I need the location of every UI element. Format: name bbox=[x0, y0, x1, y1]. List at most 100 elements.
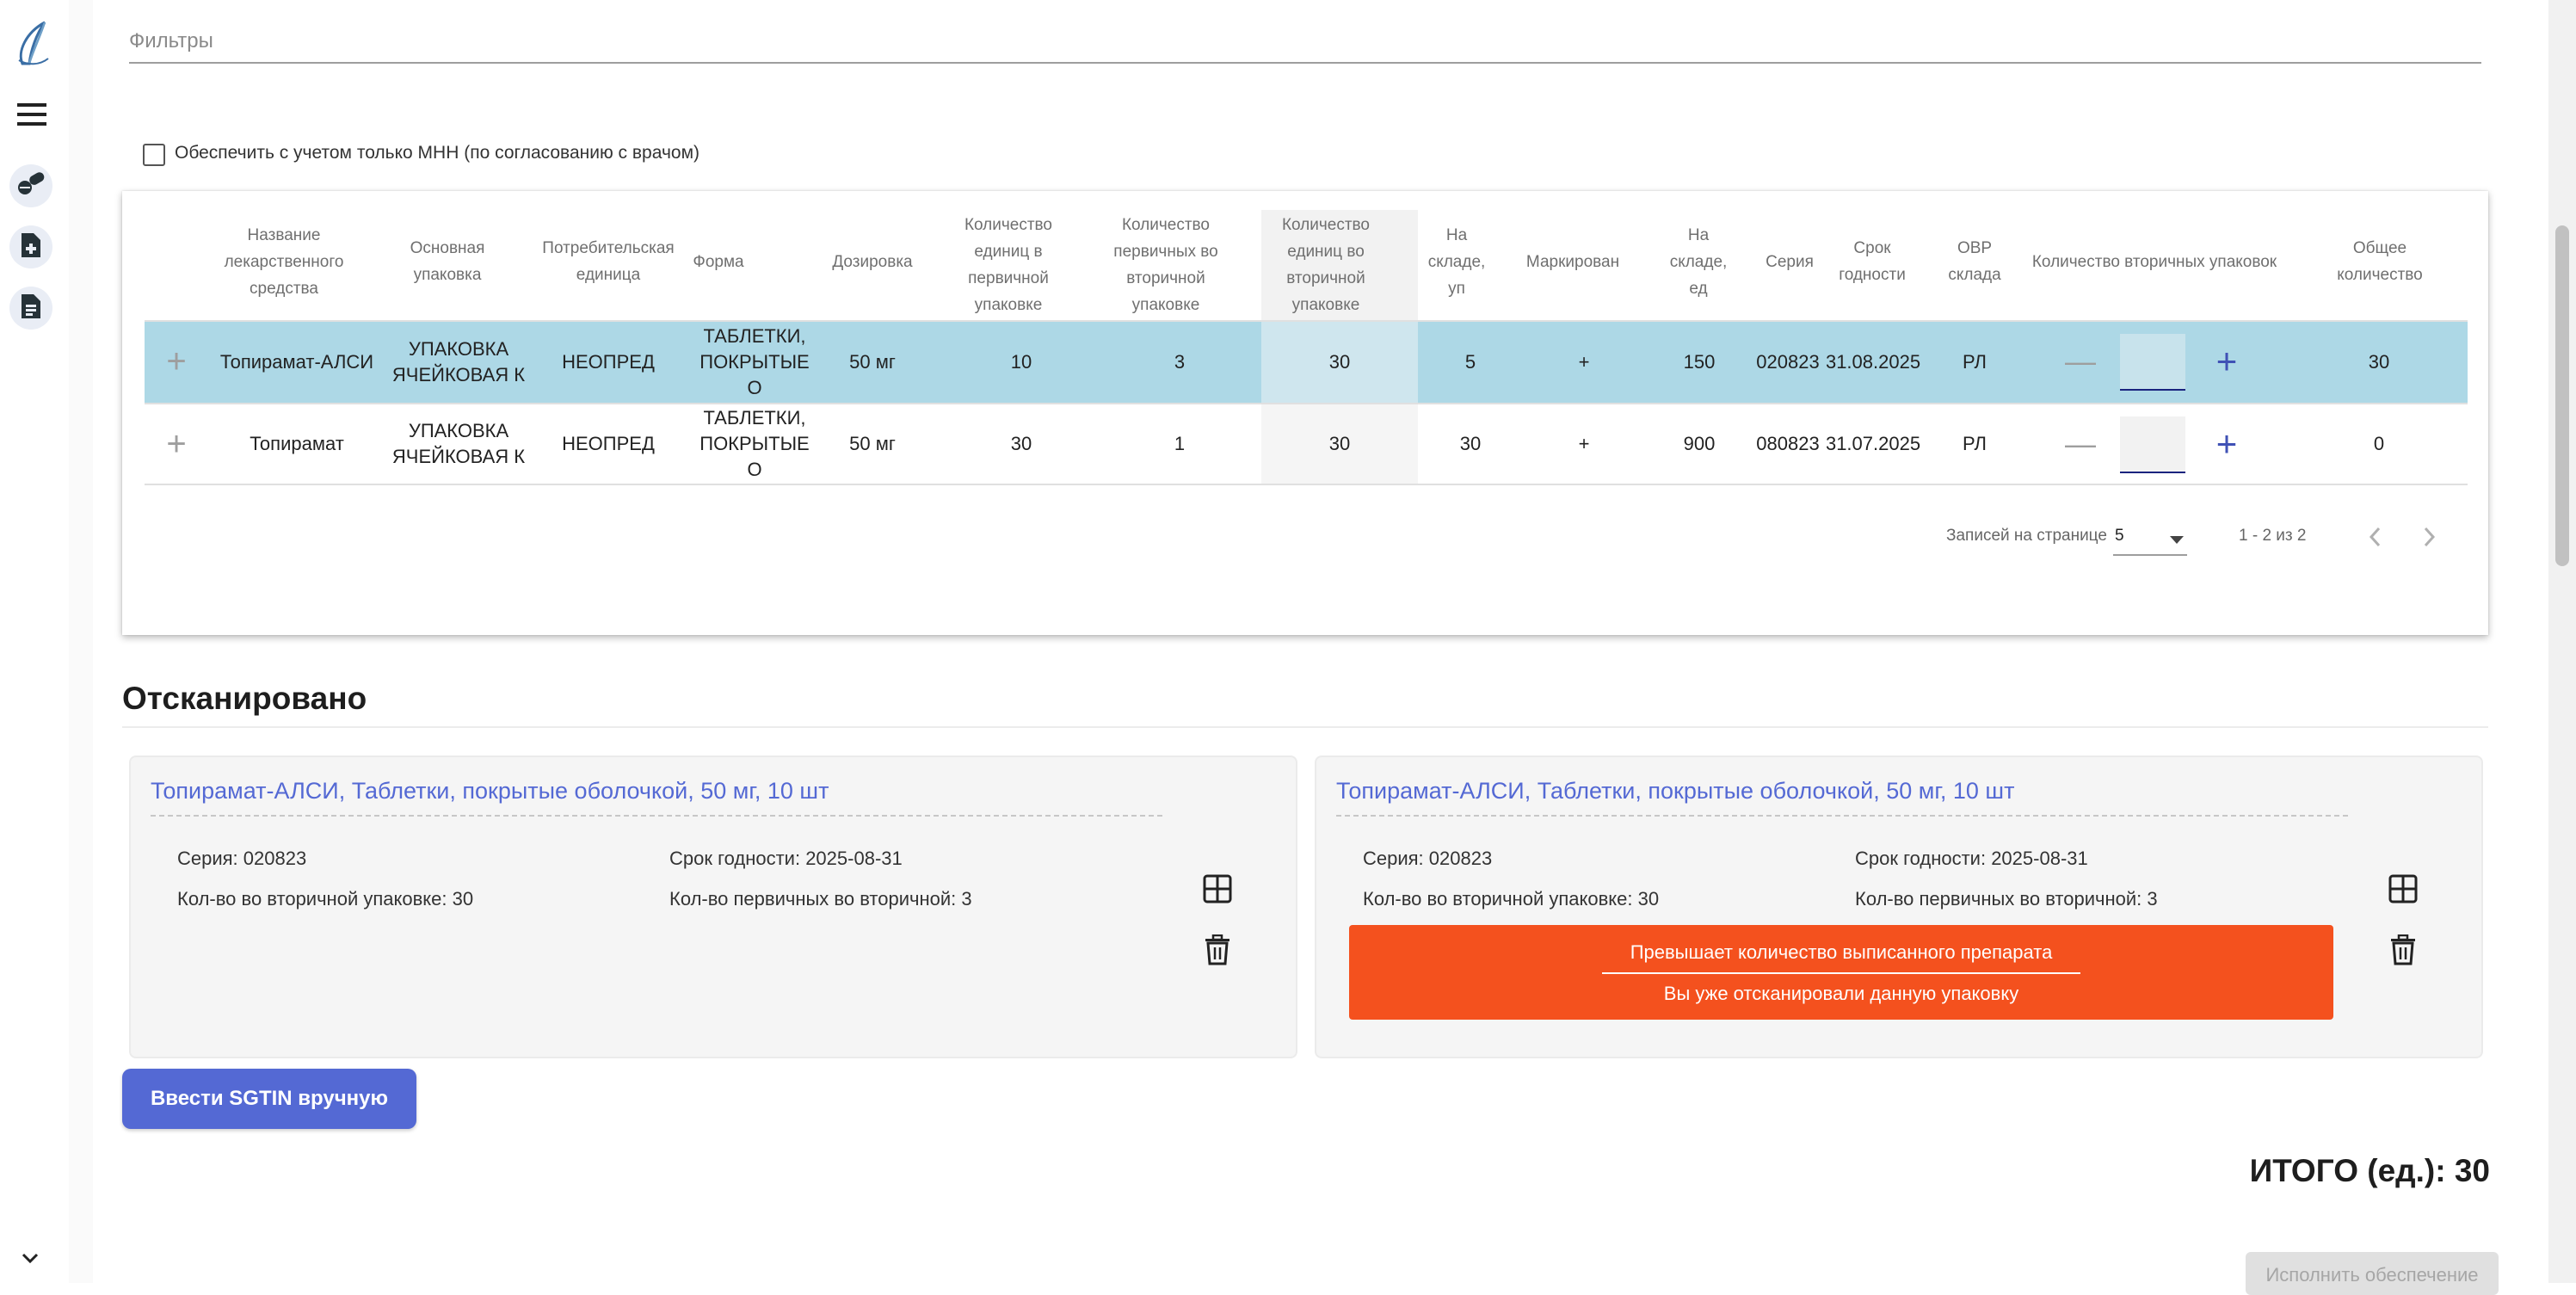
scanned-qty-secondary: Кол-во во вторичной упаковке: 30 bbox=[1363, 888, 1660, 910]
section-divider bbox=[122, 726, 2488, 728]
app-logo-icon[interactable] bbox=[10, 17, 55, 69]
rail-gutter bbox=[69, 0, 93, 1283]
cell-ovr: РЛ bbox=[1963, 350, 1987, 373]
scrollbar-thumb[interactable] bbox=[2555, 225, 2569, 566]
col-header-main-pack[interactable]: Основная упаковка bbox=[387, 215, 508, 308]
pills-icon bbox=[16, 171, 46, 200]
col-header-series[interactable]: Серия bbox=[1747, 215, 1833, 308]
cell-dosage: 50 мг bbox=[849, 433, 896, 454]
cell-units-in-primary: 10 bbox=[1010, 350, 1032, 373]
cell-stock-units: 150 bbox=[1683, 350, 1716, 373]
nav-new-prescription-button[interactable] bbox=[9, 225, 52, 268]
nav-pills-button[interactable] bbox=[9, 164, 52, 207]
cell-form: ТАБЛЕТКИ, ПОКРЫТЫЕ О bbox=[699, 324, 810, 398]
increase-qty-plus-icon[interactable]: + bbox=[2206, 337, 2247, 385]
col-header-form[interactable]: Форма bbox=[688, 215, 749, 308]
title-dashed-divider bbox=[151, 815, 1162, 817]
total-units: ИТОГО (ед.): 30 bbox=[2249, 1153, 2490, 1188]
filters-field[interactable]: Фильтры bbox=[129, 29, 213, 53]
execute-provision-button[interactable]: Исполнить обеспечение bbox=[2246, 1252, 2499, 1295]
cell-name: Топирамат bbox=[250, 433, 344, 454]
chevron-left-icon[interactable] bbox=[2366, 525, 2385, 549]
scanned-section-title: Отсканировано bbox=[122, 681, 367, 716]
expand-row-plus-icon[interactable]: + bbox=[155, 336, 198, 387]
scanned-primary-in-secondary: Кол-во первичных во вторичной: 3 bbox=[1855, 888, 2158, 910]
cell-stock-packs: 5 bbox=[1464, 350, 1476, 373]
mnn-only-label: Обеспечить с учетом только МНН (по согла… bbox=[175, 143, 699, 163]
alert-divider bbox=[1602, 972, 2080, 974]
filters-underline bbox=[129, 62, 2481, 64]
chevron-down-icon[interactable] bbox=[19, 1249, 41, 1267]
rows-per-page-select[interactable]: 5 bbox=[2113, 521, 2187, 556]
cell-total-qty: 0 bbox=[2373, 433, 2385, 454]
col-header-secondary-qty[interactable]: Количество вторичных упаковок bbox=[2025, 215, 2283, 308]
decrease-qty-minus-icon[interactable]: — bbox=[2060, 420, 2101, 468]
col-header-dosage[interactable]: Дозировка bbox=[823, 215, 922, 308]
cell-expiry: 31.08.2025 bbox=[1825, 350, 1921, 373]
cell-ovr: РЛ bbox=[1963, 433, 1987, 454]
cell-total-qty: 30 bbox=[2368, 350, 2390, 373]
document-icon bbox=[20, 293, 42, 324]
cell-series: 020823 bbox=[1756, 350, 1820, 373]
scanned-series: Серия: 020823 bbox=[177, 848, 307, 869]
cell-main-pack: УПАКОВКА ЯЧЕЙКОВАЯ К bbox=[391, 337, 526, 385]
scanned-primary-in-secondary: Кол-во первичных во вторичной: 3 bbox=[669, 888, 972, 910]
trash-icon[interactable] bbox=[1205, 934, 1230, 965]
scanned-qty-secondary: Кол-во во вторичной упаковке: 30 bbox=[177, 888, 474, 910]
rows-per-page-label: Записей на странице bbox=[1946, 527, 2107, 545]
alert-exceeds-prescribed: Превышает количество выписанного препара… bbox=[1630, 941, 2053, 963]
cell-consumer-unit: НЕОПРЕД bbox=[562, 433, 655, 454]
col-header-units-in-primary[interactable]: Количество единиц в первичной упаковке bbox=[955, 210, 1062, 320]
cell-form: ТАБЛЕТКИ, ПОКРЫТЫЕ О bbox=[699, 407, 810, 480]
cell-main-pack: УПАКОВКА ЯЧЕЙКОВАЯ К bbox=[391, 420, 526, 467]
cell-stock-packs: 30 bbox=[1459, 433, 1482, 454]
scanned-item-title[interactable]: Топирамат-АЛСИ, Таблетки, покрытые оболо… bbox=[151, 778, 829, 805]
col-header-marked[interactable]: Маркирован bbox=[1518, 215, 1628, 308]
col-header-units-in-secondary[interactable]: Количество единиц во вторичной упаковке bbox=[1270, 210, 1382, 320]
cell-marked: + bbox=[1578, 350, 1590, 373]
enter-sgtin-manually-button[interactable]: Ввести SGTIN вручную bbox=[122, 1069, 416, 1129]
mnn-only-checkbox[interactable] bbox=[143, 144, 165, 166]
col-header-consumer-unit[interactable]: Потребительская единица bbox=[535, 215, 681, 308]
pagination-range: 1 - 2 из 2 bbox=[2239, 527, 2307, 545]
col-header-stock-units[interactable]: На складе, ед bbox=[1662, 215, 1735, 308]
cell-stock-units: 900 bbox=[1683, 433, 1716, 454]
cell-consumer-unit: НЕОПРЕД bbox=[562, 350, 655, 373]
expand-row-plus-icon[interactable]: + bbox=[155, 418, 198, 470]
dropdown-arrow-icon bbox=[2170, 533, 2184, 549]
cell-units-in-secondary: 30 bbox=[1328, 350, 1351, 373]
cell-series: 080823 bbox=[1756, 433, 1820, 454]
cell-name: Топирамат-АЛСИ bbox=[219, 350, 374, 373]
scanned-item-title[interactable]: Топирамат-АЛСИ, Таблетки, покрытые оболо… bbox=[1336, 778, 2014, 805]
decrease-qty-minus-icon[interactable]: — bbox=[2060, 337, 2101, 385]
nav-documents-button[interactable] bbox=[9, 287, 52, 330]
secondary-qty-input[interactable] bbox=[2120, 334, 2185, 391]
col-header-primary-in-secondary[interactable]: Количество первичных во вторичной упаков… bbox=[1110, 210, 1222, 320]
grid-icon[interactable] bbox=[2388, 874, 2418, 903]
cell-primary-in-secondary: 3 bbox=[1174, 350, 1186, 373]
alert-already-scanned: Вы уже отсканировали данную упаковку bbox=[1663, 983, 2019, 1004]
menu-icon[interactable] bbox=[17, 102, 46, 127]
scrollbar-track[interactable] bbox=[2548, 0, 2576, 1283]
col-header-expiry[interactable]: Срок годности bbox=[1833, 215, 1912, 308]
col-header-name[interactable]: Название лекарственного средства bbox=[215, 215, 353, 308]
cell-dosage: 50 мг bbox=[849, 350, 896, 373]
secondary-qty-input[interactable] bbox=[2120, 416, 2185, 473]
grid-icon[interactable] bbox=[1203, 874, 1232, 903]
cell-units-in-secondary: 30 bbox=[1328, 433, 1351, 454]
col-header-ovr[interactable]: ОВР склада bbox=[1938, 215, 2012, 308]
cell-primary-in-secondary: 1 bbox=[1174, 433, 1186, 454]
rows-per-page-value: 5 bbox=[2115, 527, 2124, 545]
scanned-expiry: Срок годности: 2025-08-31 bbox=[669, 848, 903, 869]
prescription-add-icon bbox=[20, 231, 42, 263]
cell-marked: + bbox=[1578, 433, 1590, 454]
cell-expiry: 31.07.2025 bbox=[1825, 433, 1921, 454]
chevron-right-icon[interactable] bbox=[2419, 525, 2438, 549]
cell-units-in-primary: 30 bbox=[1010, 433, 1032, 454]
title-dashed-divider bbox=[1336, 815, 2348, 817]
trash-icon[interactable] bbox=[2390, 934, 2416, 965]
col-header-total-qty[interactable]: Общее количество bbox=[2328, 215, 2431, 308]
scanned-expiry: Срок годности: 2025-08-31 bbox=[1855, 848, 2088, 869]
col-header-stock-packs[interactable]: На складе, уп bbox=[1420, 215, 1494, 308]
increase-qty-plus-icon[interactable]: + bbox=[2206, 420, 2247, 468]
